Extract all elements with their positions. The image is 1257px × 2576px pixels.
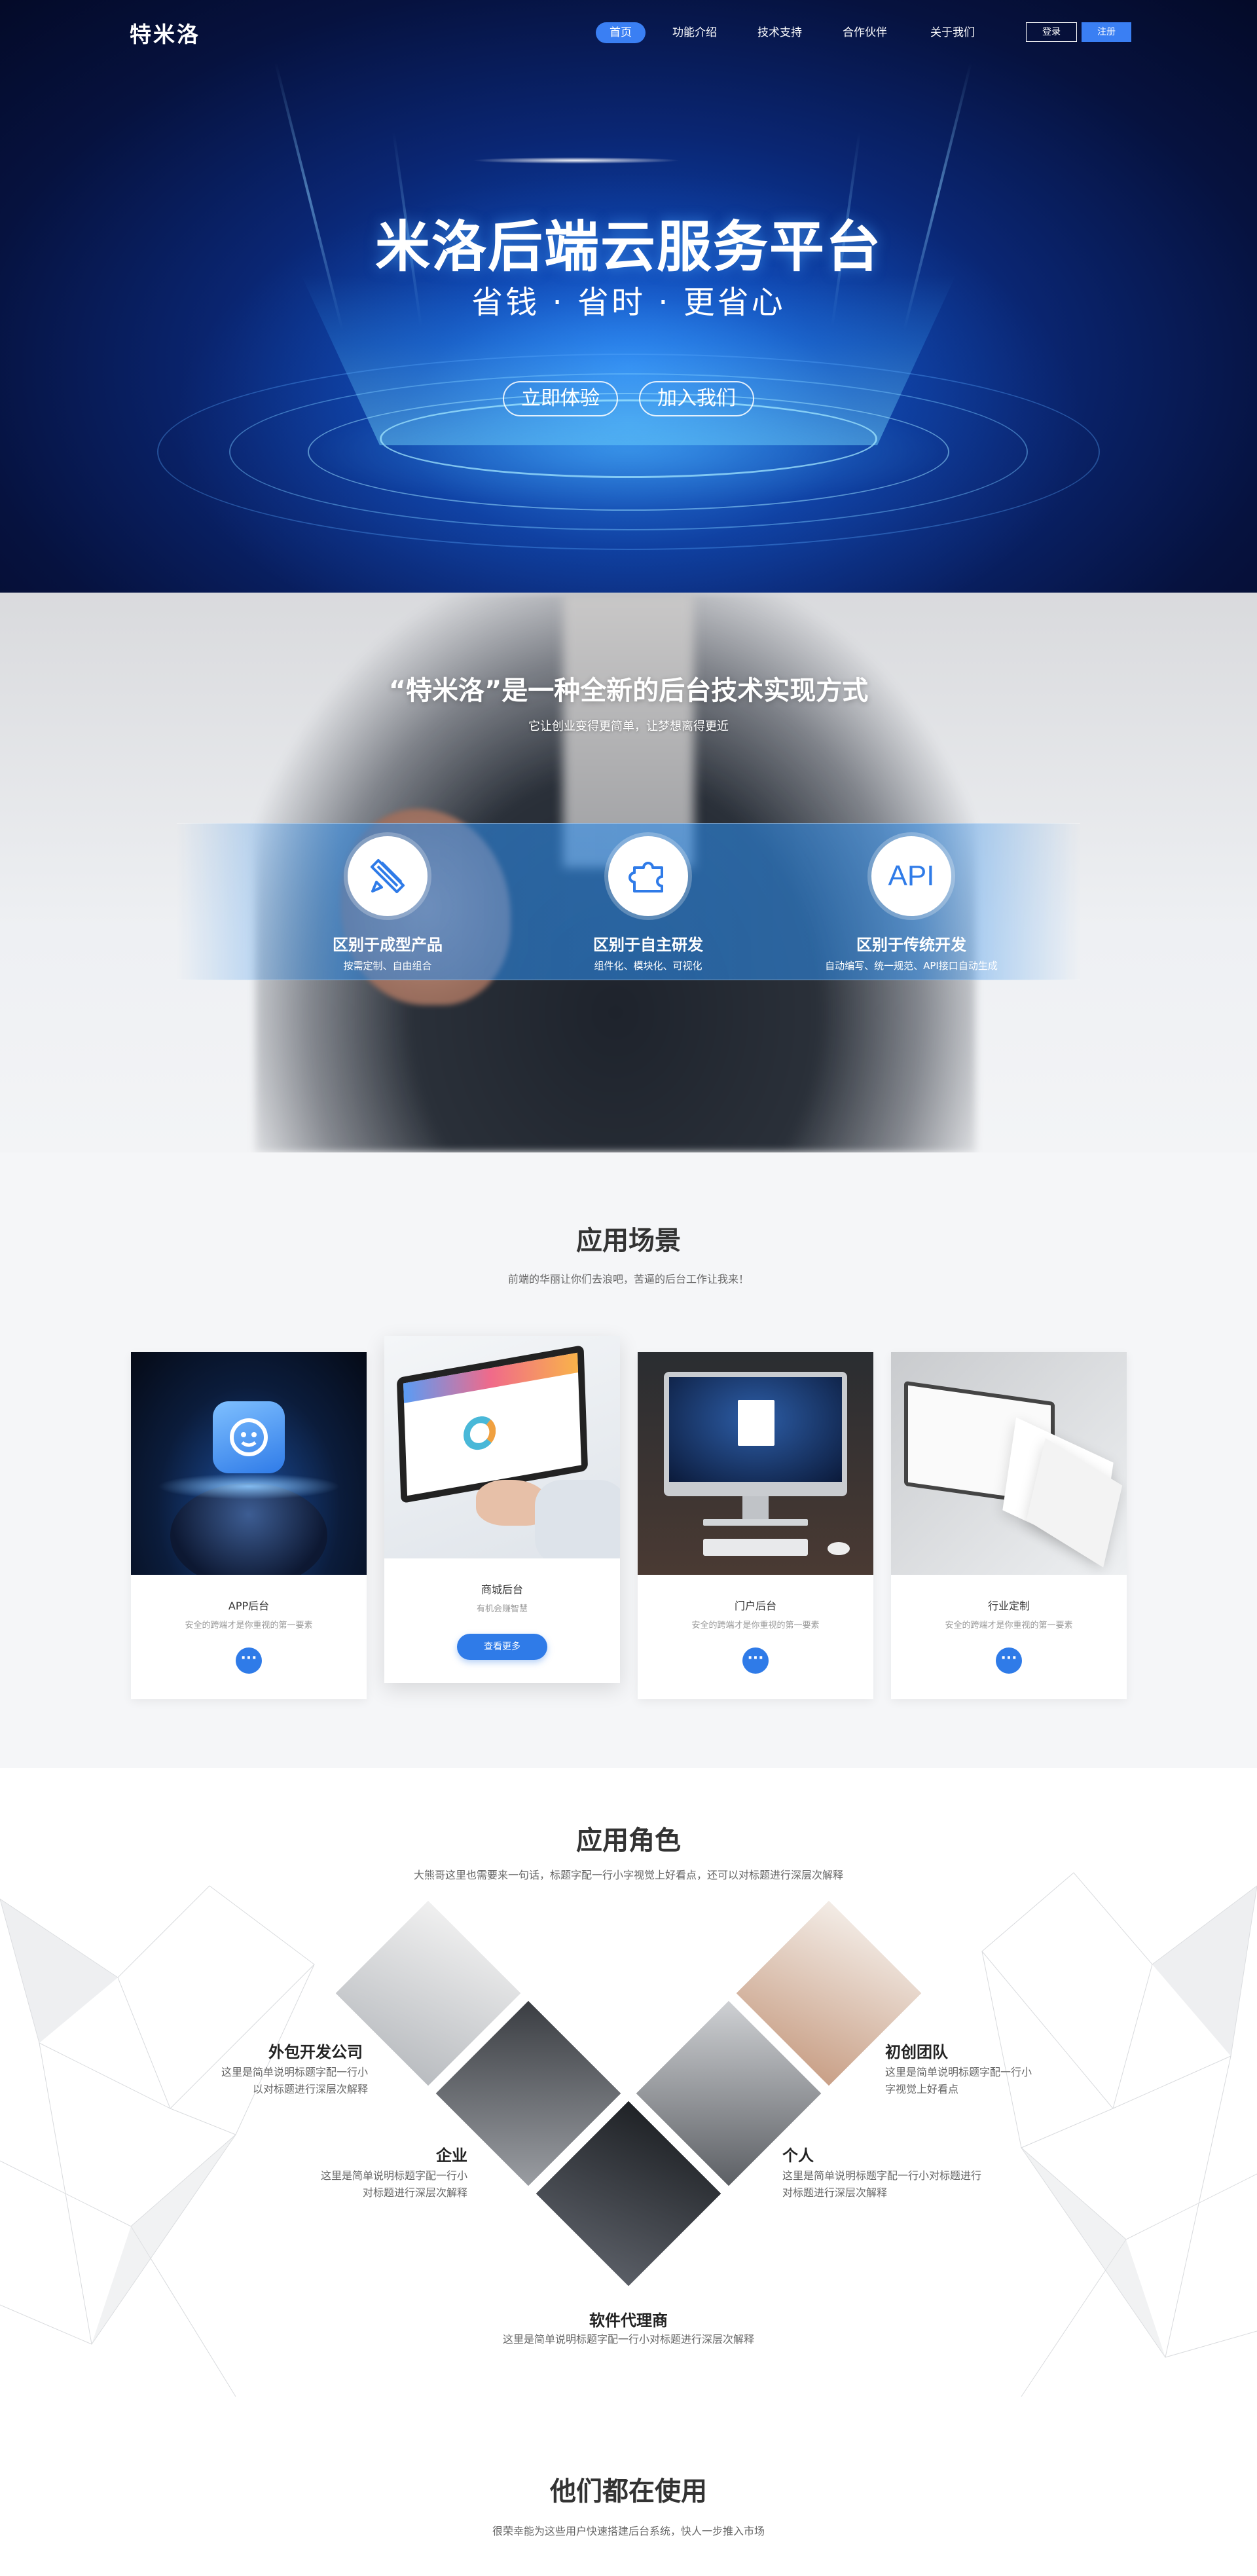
intro-section: “特米洛”是一种全新的后台技术实现方式 它让创业变得更简单，让梦想离得更近 区别… — [0, 593, 1257, 1152]
section-subtitle: 前端的华丽让你们去浪吧，苦逼的后台工作让我来！ — [507, 1273, 749, 1285]
lens-flare — [471, 157, 681, 164]
intro-subtitle: 它让创业变得更简单，让梦想离得更近 — [528, 720, 729, 733]
view-more-button[interactable]: 查看更多 — [457, 1634, 547, 1660]
more-button[interactable]: ··· — [742, 1647, 769, 1674]
nav-about[interactable]: 关于我们 — [923, 22, 982, 43]
nav-home[interactable]: 首页 — [596, 22, 646, 43]
more-button[interactable]: ··· — [996, 1647, 1022, 1674]
nav-tech-support[interactable]: 技术支持 — [750, 22, 809, 43]
chat-icon — [213, 1401, 285, 1473]
role-title: 企业 — [436, 2146, 467, 2165]
register-button[interactable]: 注册 — [1082, 22, 1131, 42]
nav-features[interactable]: 功能介绍 — [665, 22, 724, 43]
card-desc: 安全的跨端才是你重视的第一要素 — [691, 1621, 820, 1630]
section-subtitle: 很荣幸能为这些用户快速搭建后台系统，快人一步推入市场 — [492, 2525, 765, 2537]
feature-desc: 组件化、模块化、可视化 — [594, 960, 702, 972]
feature-desc: 按需定制、自由组合 — [343, 960, 432, 972]
role-desc: 这里是简单说明标题字配一行小对标题进行 对标题进行深层次解释 — [782, 2169, 982, 2199]
role-desc: 这里是简单说明标题字配一行小对标题进行深层次解释 — [320, 2169, 467, 2199]
nav-partners[interactable]: 合作伙伴 — [835, 22, 894, 43]
roles-section: 应用角色 大熊哥这里也需要来一句话，标题字配一行小字视觉上好看点，还可以对标题进… — [0, 1768, 1257, 2429]
role-desc: 这里是简单说明标题字配一行小 字视觉上好看点 — [885, 2066, 1032, 2095]
more-button[interactable]: ··· — [236, 1647, 262, 1674]
card-desc: 安全的跨端才是你重视的第一要素 — [945, 1621, 1073, 1630]
portal-backend-image — [638, 1352, 873, 1575]
app-backend-image — [131, 1352, 367, 1575]
try-now-button[interactable]: 立即体验 — [503, 381, 618, 416]
users-section: 他们都在使用 很荣幸能为这些用户快速搭建后台系统，快人一步推入市场 — [0, 2429, 1257, 2576]
scenario-card[interactable]: APP后台 安全的跨端才是你重视的第一要素 ··· — [131, 1352, 367, 1699]
section-title: 他们都在使用 — [550, 2476, 707, 2507]
card-title: APP后台 — [228, 1600, 270, 1612]
hero-banner: 特米洛 首页 功能介绍 技术支持 合作伙伴 关于我们 登录 注册 米洛后端云服务… — [0, 0, 1257, 593]
custom-industry-image — [891, 1352, 1127, 1575]
card-title: 商城后台 — [481, 1583, 523, 1596]
card-title: 门户后台 — [734, 1600, 776, 1612]
mall-backend-image — [384, 1336, 620, 1558]
pencil-ruler-icon — [348, 836, 428, 916]
scenario-card[interactable]: 门户后台 安全的跨端才是你重视的第一要素 ··· — [638, 1352, 873, 1699]
scenarios-section: 应用场景 前端的华丽让你们去浪吧，苦逼的后台工作让我来！ APP后台 安全的跨端… — [0, 1152, 1257, 1768]
feature-title: 区别于传统开发 — [856, 936, 966, 954]
scenario-card[interactable]: 商城后台 有机会赚智慧 查看更多 — [384, 1336, 620, 1683]
role-desc: 这里是简单说明标题字配一行小对标题进行深层次解释 — [502, 2333, 754, 2346]
login-button[interactable]: 登录 — [1026, 22, 1077, 42]
feature-desc: 自动编写、统一规范、API接口自动生成 — [825, 960, 998, 972]
api-icon: API — [871, 836, 951, 916]
card-title: 行业定制 — [987, 1600, 1030, 1612]
site-logo[interactable]: 特米洛 — [130, 17, 200, 48]
feature-item: 区别于自主研发 组件化、模块化、可视化 — [530, 836, 766, 972]
section-subtitle: 大熊哥这里也需要来一句话，标题字配一行小字视觉上好看点，还可以对标题进行深层次解… — [413, 1869, 843, 1881]
puzzle-icon — [608, 836, 688, 916]
feature-title: 区别于成型产品 — [333, 936, 443, 954]
section-title: 应用角色 — [576, 1826, 681, 1856]
join-us-button[interactable]: 加入我们 — [639, 381, 754, 416]
feature-item: API 区别于传统开发 自动编写、统一规范、API接口自动生成 — [793, 836, 1029, 972]
card-desc: 有机会赚智慧 — [476, 1604, 528, 1614]
feature-item: 区别于成型产品 按需定制、自由组合 — [270, 836, 505, 972]
feature-title: 区别于自主研发 — [593, 936, 703, 954]
top-navigation: 特米洛 首页 功能介绍 技术支持 合作伙伴 关于我们 登录 注册 — [0, 0, 1257, 65]
role-title: 初创团队 — [885, 2043, 948, 2061]
hero-subtitle: 省钱 · 省时 · 更省心 — [471, 284, 786, 321]
scenario-card[interactable]: 行业定制 安全的跨端才是你重视的第一要素 ··· — [891, 1352, 1127, 1699]
section-title: 应用场景 — [576, 1226, 681, 1256]
card-desc: 安全的跨端才是你重视的第一要素 — [185, 1621, 313, 1630]
hero-title: 米洛后端云服务平台 — [374, 215, 882, 279]
role-title: 外包开发公司 — [268, 2043, 363, 2061]
role-title: 个人 — [782, 2146, 814, 2165]
intro-title: “特米洛”是一种全新的后台技术实现方式 — [388, 676, 869, 706]
role-desc: 这里是简单说明标题字配一行小 以对标题进行深层次解释 — [221, 2066, 368, 2095]
hero-ring — [380, 399, 877, 478]
role-title: 软件代理商 — [589, 2311, 668, 2330]
